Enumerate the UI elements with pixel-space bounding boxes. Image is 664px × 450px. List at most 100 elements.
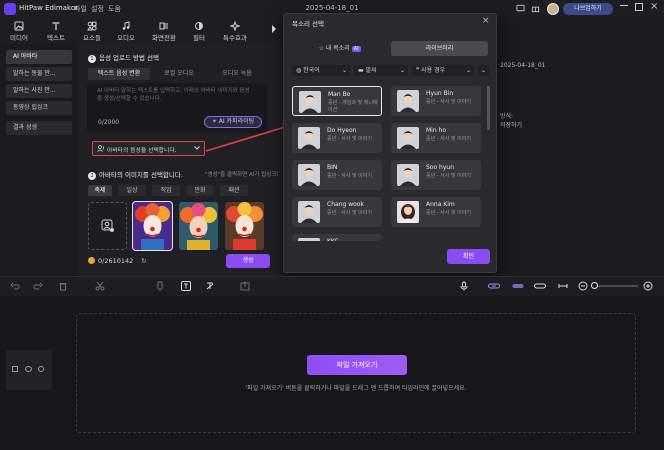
chevron-down-icon (194, 146, 200, 150)
voice-card[interactable]: Do Hyeon 중년 - 서사 및 이야기 (292, 123, 382, 153)
voice-card[interactable]: KKC (292, 234, 382, 241)
filter-festival[interactable]: 축제 (88, 185, 112, 196)
gift-icon[interactable] (531, 4, 540, 13)
more-filter-chevron-icon[interactable]: ⌄ (478, 65, 490, 76)
voice-name: Min ho (426, 127, 447, 134)
tab-voice-library[interactable]: 라이브러리 (391, 41, 488, 56)
voice-card[interactable]: BIN 중년 - 서사 및 이야기 (292, 160, 382, 190)
marker-icon[interactable] (155, 281, 165, 291)
microphone-icon[interactable] (459, 281, 469, 291)
track-lock-icon[interactable] (12, 366, 18, 372)
confirm-button[interactable]: 확인 (447, 249, 490, 264)
voice-list-scrollbar[interactable] (487, 86, 490, 130)
delete-icon[interactable] (58, 281, 68, 291)
sidebar-item-talking-animal[interactable]: 말하는 동물 만... (6, 67, 72, 81)
voice-card[interactable]: Anna Kim 중년 - 서사 및 이야기 (391, 197, 481, 227)
tool-text[interactable]: 텍스트 (37, 20, 75, 42)
tool-audio[interactable]: 오디오 (107, 20, 145, 42)
flag-icon: ▬ (358, 67, 366, 74)
filter-job[interactable]: 직업 (152, 185, 180, 196)
tool-elements[interactable]: 요소들 (73, 20, 111, 42)
filter-cartoon[interactable]: 만화 (186, 185, 214, 196)
track-visibility-icon[interactable] (25, 366, 32, 372)
accent-filter-dropdown[interactable]: ▬ 말씨 ⌄ (354, 65, 408, 76)
char-count: 0/2000 (98, 119, 120, 126)
tool-filter[interactable]: 필터 (180, 20, 218, 42)
import-file-button[interactable]: 파일 가져오기 (307, 355, 407, 375)
avatar-thumb-clown-2[interactable] (179, 202, 218, 250)
script-placeholder: AI 아바타 말하는 텍스트를 입력하고, 아래의 아바타 이미지와 음성을 생… (97, 88, 250, 102)
message-icon[interactable] (516, 4, 525, 13)
menu-file[interactable]: 파일 (74, 4, 87, 14)
tool-media[interactable]: 미디어 (0, 20, 38, 42)
voice-name: Hyun Bin (426, 90, 454, 97)
sidebar-item-talking-photo[interactable]: 말하는 사진 만... (6, 84, 72, 98)
zoom-out-icon[interactable] (578, 281, 588, 291)
filter-fashion[interactable]: 패션 (220, 185, 248, 196)
tab-my-voice[interactable]: ☆ 내 목소리 AI (292, 41, 387, 56)
chevron-right-icon[interactable] (271, 25, 277, 33)
avatar-thumb-clown-1[interactable] (132, 201, 173, 251)
voice-description: 중년 - 서사 및 이야기 (426, 99, 471, 105)
menu-help[interactable]: 도움 (108, 4, 121, 14)
undo-icon[interactable] (10, 281, 20, 291)
preview-method-label: 방식: (500, 113, 514, 120)
close-icon[interactable]: × (482, 16, 490, 26)
zoom-slider-handle[interactable] (591, 282, 598, 289)
voice-card[interactable]: Min ho 중년 - 서사 및 이야기 (391, 123, 481, 153)
voice-description: 중년 - 서사 및 이야기 (327, 136, 372, 142)
refresh-icon[interactable]: ↻ (141, 257, 147, 265)
ripple-icon[interactable] (512, 281, 524, 291)
close-window-icon[interactable]: × (650, 1, 658, 12)
voice-card[interactable]: Chang wook 중년 - 서사 및 이야기 (292, 197, 382, 227)
audio-icon (121, 21, 131, 31)
voice-name: Man Bo (328, 91, 351, 98)
zoom-in-icon[interactable] (643, 281, 653, 291)
tab-my-voice-label: 내 목소리 (325, 45, 350, 52)
redo-icon[interactable] (33, 281, 43, 291)
split-icon[interactable] (95, 281, 105, 291)
tool-transition[interactable]: 화면전환 (145, 20, 183, 42)
sidebar-item-lipsync[interactable]: 동영상 립싱크 (6, 101, 72, 115)
tool-elements-label: 요소들 (83, 34, 101, 42)
export-frame-icon[interactable] (240, 281, 250, 291)
zoom-slider-track[interactable] (593, 285, 638, 287)
subtab-record-audio[interactable]: 오디오 녹음 (208, 68, 266, 80)
track-link-icon[interactable] (534, 281, 546, 291)
maximize-icon[interactable] (635, 3, 643, 11)
upgrade-button[interactable]: 나브업하기 (563, 3, 613, 15)
clear-format-icon[interactable] (205, 281, 215, 291)
usecase-filter-label: 사용 경우 (421, 67, 446, 74)
step2-title: 아바타의 이미지를 선택합니다. (99, 171, 183, 179)
language-filter-dropdown[interactable]: ◍ 한국어 ⌄ (292, 65, 350, 76)
generate-button[interactable]: 생성 (226, 254, 270, 268)
voice-select-label: 아바타의 음성을 선택합니다. (107, 148, 177, 154)
voice-description: 중년 - 서사 및 이야기 (426, 136, 471, 142)
voice-name: Anna Kim (426, 201, 455, 208)
snap-link-icon[interactable] (488, 281, 500, 291)
preview-project-name: 2025-04-18_01 (500, 62, 546, 69)
filter-daily[interactable]: 일상 (118, 185, 146, 196)
sidebar-item-results[interactable]: 결과 성생 (6, 121, 72, 135)
voice-avatar (397, 164, 419, 186)
star-icon: ☆ (318, 45, 326, 52)
menu-settings[interactable]: 설정 (91, 4, 104, 14)
text-tool-icon[interactable] (181, 281, 191, 291)
accent-filter-label: 말씨 (365, 67, 377, 74)
minimize-icon[interactable] (620, 5, 628, 6)
subtab-local-audio[interactable]: 로컬 오디오 (150, 68, 208, 80)
tool-effects[interactable]: 특수효과 (216, 20, 254, 42)
avatar-thumb-clown-3[interactable] (225, 202, 264, 250)
voice-name: Soo hyun (426, 164, 455, 171)
voice-card[interactable]: Man Bo 중년 - 게임과 및 애니메이션 (292, 86, 382, 116)
fit-width-icon[interactable] (558, 281, 568, 291)
voice-description: 중년 - 서사 및 이야기 (426, 210, 471, 216)
sidebar-item-ai-avatar[interactable]: AI 아바타 (6, 50, 72, 64)
voice-description: 중년 - 게임과 및 애니메이션 (328, 100, 378, 113)
track-audio-icon[interactable] (38, 366, 44, 372)
user-avatar[interactable] (547, 3, 559, 15)
usecase-filter-dropdown[interactable]: ❞ 사용 경우 ⌄ (412, 65, 474, 76)
subtab-tts[interactable]: 텍스트 음성 변환 (88, 68, 150, 80)
voice-card[interactable]: Hyun Bin 중년 - 서사 및 이야기 (391, 86, 481, 116)
voice-card[interactable]: Soo hyun 중년 - 서사 및 이야기 (391, 160, 481, 190)
